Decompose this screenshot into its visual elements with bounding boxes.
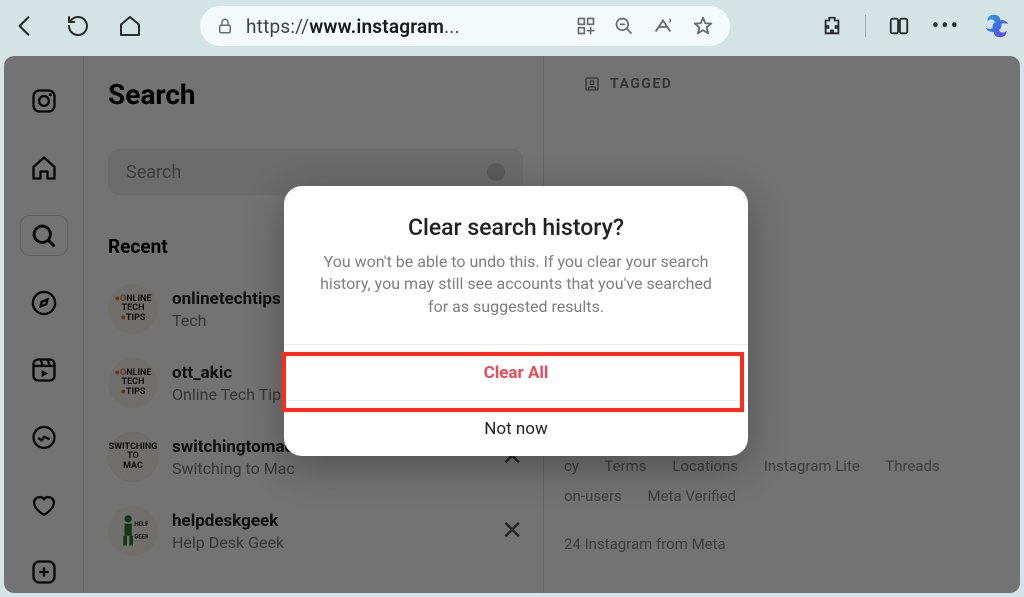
app-viewport: Search Search Recent ●ONLINETECH●TIPS on… <box>4 56 1020 593</box>
back-button[interactable] <box>12 13 38 39</box>
url-text: https://www.instagram... <box>246 15 460 38</box>
dialog-body: You won't be able to undo this. If you c… <box>284 251 748 344</box>
extensions-icon[interactable] <box>821 15 843 37</box>
split-screen-icon[interactable] <box>888 15 910 37</box>
dialog-title: Clear search history? <box>284 186 748 251</box>
not-now-button[interactable]: Not now <box>284 400 748 456</box>
favorite-icon[interactable] <box>692 15 714 37</box>
more-icon[interactable]: ••• <box>932 14 960 39</box>
browser-toolbar: https://www.instagram... ••• <box>0 0 1024 52</box>
address-bar[interactable]: https://www.instagram... <box>200 6 730 46</box>
apps-icon[interactable] <box>576 16 596 36</box>
home-button[interactable] <box>118 14 142 38</box>
refresh-button[interactable] <box>66 14 90 38</box>
clear-history-dialog: Clear search history? You won't be able … <box>284 186 748 456</box>
zoom-out-icon[interactable] <box>614 16 634 36</box>
read-aloud-icon[interactable] <box>652 15 674 37</box>
lock-icon <box>216 17 234 35</box>
toolbar-divider <box>865 15 866 37</box>
copilot-icon[interactable] <box>982 11 1012 41</box>
clear-all-button[interactable]: Clear All <box>284 344 748 400</box>
